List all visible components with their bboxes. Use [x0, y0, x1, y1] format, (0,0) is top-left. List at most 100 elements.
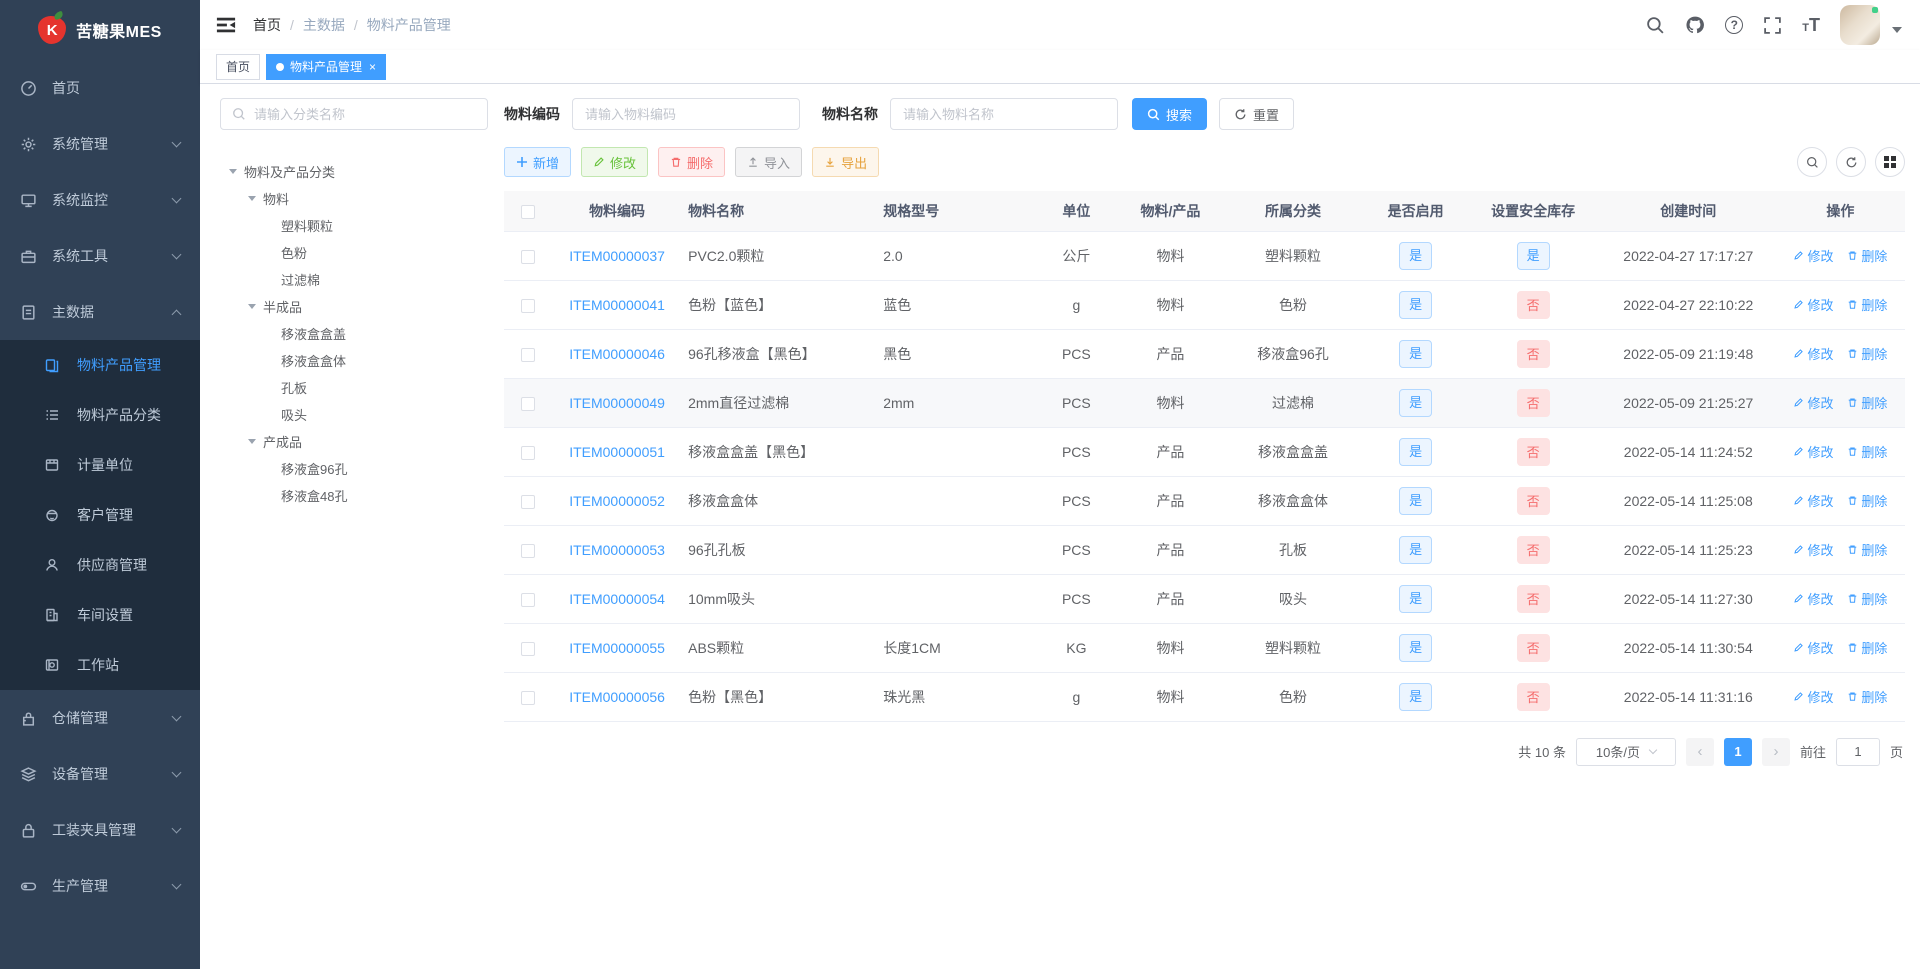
sidebar-item-equipment-management[interactable]: 设备管理 — [0, 746, 200, 802]
help-icon[interactable] — [1725, 16, 1744, 34]
tree-node[interactable]: 移液盒盒盖 — [220, 320, 488, 347]
row-checkbox[interactable] — [521, 641, 536, 656]
sidebar-item-master-data[interactable]: 主数据 — [0, 284, 200, 340]
font-size-icon[interactable] — [1802, 16, 1820, 34]
prev-page-button[interactable] — [1685, 737, 1714, 766]
table-row[interactable]: ITEM00000053 96孔孔板 PCS 产品 孔板 是 否 2022-05… — [504, 525, 1905, 575]
material-code-link[interactable]: ITEM00000037 — [569, 248, 665, 264]
app-logo[interactable]: 苦糖果MES — [0, 0, 200, 60]
tree-search-input[interactable] — [254, 106, 476, 122]
delete-button[interactable]: 删除 — [658, 147, 726, 177]
sidebar-item-measure-unit[interactable]: 计量单位 — [0, 440, 200, 490]
refresh-button[interactable] — [1836, 147, 1866, 177]
sidebar-item-home[interactable]: 首页 — [0, 60, 200, 116]
tree-node[interactable]: 移液盒96孔 — [220, 455, 488, 482]
breadcrumb-master-data[interactable]: 主数据 — [303, 15, 345, 35]
sidebar-collapse-icon[interactable] — [215, 15, 237, 35]
caret-down-icon[interactable] — [248, 304, 256, 309]
tree-node[interactable]: 过滤棉 — [220, 266, 488, 293]
row-edit-link[interactable]: 修改 — [1793, 246, 1833, 265]
row-edit-link[interactable]: 修改 — [1793, 638, 1833, 657]
sidebar-item-customer-management[interactable]: 客户管理 — [0, 490, 200, 540]
export-button[interactable]: 导出 — [812, 147, 880, 177]
row-checkbox[interactable] — [521, 249, 536, 264]
caret-down-icon[interactable] — [229, 169, 237, 174]
sidebar-item-material-product-category[interactable]: 物料产品分类 — [0, 390, 200, 440]
material-code-link[interactable]: ITEM00000055 — [569, 640, 665, 656]
user-menu-caret-icon[interactable] — [1892, 26, 1902, 38]
row-edit-link[interactable]: 修改 — [1793, 589, 1833, 608]
table-row[interactable]: ITEM00000054 10mm吸头 PCS 产品 吸头 是 否 2022-0… — [504, 574, 1905, 624]
row-edit-link[interactable]: 修改 — [1793, 344, 1833, 363]
material-code-link[interactable]: ITEM00000041 — [569, 297, 665, 313]
tab-material-product-management[interactable]: 物料产品管理 — [266, 53, 387, 80]
row-edit-link[interactable]: 修改 — [1793, 442, 1833, 461]
row-delete-link[interactable]: 删除 — [1847, 638, 1887, 657]
row-delete-link[interactable]: 删除 — [1847, 540, 1887, 559]
row-edit-link[interactable]: 修改 — [1793, 491, 1833, 510]
next-page-button[interactable] — [1761, 737, 1790, 766]
select-all-checkbox[interactable] — [521, 204, 536, 219]
reset-button[interactable]: 重置 — [1219, 98, 1295, 130]
sidebar-item-supplier-management[interactable]: 供应商管理 — [0, 540, 200, 590]
row-checkbox[interactable] — [521, 396, 536, 411]
page-size-select[interactable]: 10条/页 — [1575, 737, 1676, 766]
sidebar-item-system-tools[interactable]: 系统工具 — [0, 228, 200, 284]
close-icon[interactable] — [369, 61, 376, 73]
avatar[interactable] — [1840, 5, 1880, 45]
fullscreen-icon[interactable] — [1763, 16, 1782, 35]
tree-node[interactable]: 色粉 — [220, 239, 488, 266]
tree-node[interactable]: 移液盒盒体 — [220, 347, 488, 374]
import-button[interactable]: 导入 — [735, 147, 803, 177]
row-delete-link[interactable]: 删除 — [1847, 393, 1887, 412]
row-checkbox[interactable] — [521, 690, 536, 705]
material-code-link[interactable]: ITEM00000056 — [569, 689, 665, 705]
sidebar-item-production-management[interactable]: 生产管理 — [0, 858, 200, 914]
row-edit-link[interactable]: 修改 — [1793, 540, 1833, 559]
sidebar-item-workstation[interactable]: 工作站 — [0, 640, 200, 690]
sidebar-item-warehouse-management[interactable]: 仓储管理 — [0, 690, 200, 746]
edit-button[interactable]: 修改 — [581, 147, 649, 177]
column-settings-button[interactable] — [1875, 147, 1905, 177]
sidebar-item-material-product-management[interactable]: 物料产品管理 — [0, 340, 200, 390]
table-row[interactable]: ITEM00000037 PVC2.0颗粒 2.0 公斤 物料 塑料颗粒 是 是… — [504, 231, 1905, 281]
row-checkbox[interactable] — [521, 347, 536, 362]
sidebar-item-system-monitor[interactable]: 系统监控 — [0, 172, 200, 228]
caret-down-icon[interactable] — [248, 439, 256, 444]
material-code-link[interactable]: ITEM00000052 — [569, 493, 665, 509]
material-code-link[interactable]: ITEM00000053 — [569, 542, 665, 558]
material-code-input[interactable] — [572, 98, 800, 130]
row-edit-link[interactable]: 修改 — [1793, 295, 1833, 314]
row-delete-link[interactable]: 删除 — [1847, 589, 1887, 608]
row-delete-link[interactable]: 删除 — [1847, 442, 1887, 461]
row-checkbox[interactable] — [521, 494, 536, 509]
row-checkbox[interactable] — [521, 592, 536, 607]
add-button[interactable]: 新增 — [504, 147, 572, 177]
tree-node[interactable]: 物料 — [220, 185, 488, 212]
row-delete-link[interactable]: 删除 — [1847, 295, 1887, 314]
github-icon[interactable] — [1685, 15, 1705, 35]
row-delete-link[interactable]: 删除 — [1847, 246, 1887, 265]
breadcrumb-home[interactable]: 首页 — [253, 15, 281, 35]
table-row[interactable]: ITEM00000046 96孔移液盒【黑色】 黑色 PCS 产品 移液盒96孔… — [504, 329, 1905, 379]
row-checkbox[interactable] — [521, 445, 536, 460]
material-name-input[interactable] — [890, 98, 1118, 130]
caret-down-icon[interactable] — [248, 196, 256, 201]
sidebar-item-fixture-management[interactable]: 工装夹具管理 — [0, 802, 200, 858]
row-edit-link[interactable]: 修改 — [1793, 687, 1833, 706]
row-delete-link[interactable]: 删除 — [1847, 491, 1887, 510]
toggle-search-button[interactable] — [1797, 147, 1827, 177]
tree-node[interactable]: 移液盒48孔 — [220, 482, 488, 509]
search-icon[interactable] — [1646, 16, 1665, 35]
tree-node[interactable]: 孔板 — [220, 374, 488, 401]
table-row[interactable]: ITEM00000041 色粉【蓝色】 蓝色 g 物料 色粉 是 否 2022-… — [504, 280, 1905, 330]
sidebar-item-system-management[interactable]: 系统管理 — [0, 116, 200, 172]
table-row[interactable]: ITEM00000049 2mm直径过滤棉 2mm PCS 物料 过滤棉 是 否… — [504, 378, 1905, 428]
material-code-link[interactable]: ITEM00000051 — [569, 444, 665, 460]
row-delete-link[interactable]: 删除 — [1847, 344, 1887, 363]
tree-node[interactable]: 塑料颗粒 — [220, 212, 488, 239]
current-page-button[interactable]: 1 — [1723, 737, 1752, 766]
table-row[interactable]: ITEM00000055 ABS颗粒 长度1CM KG 物料 塑料颗粒 是 否 … — [504, 623, 1905, 673]
goto-page-input[interactable] — [1835, 737, 1880, 766]
row-delete-link[interactable]: 删除 — [1847, 687, 1887, 706]
